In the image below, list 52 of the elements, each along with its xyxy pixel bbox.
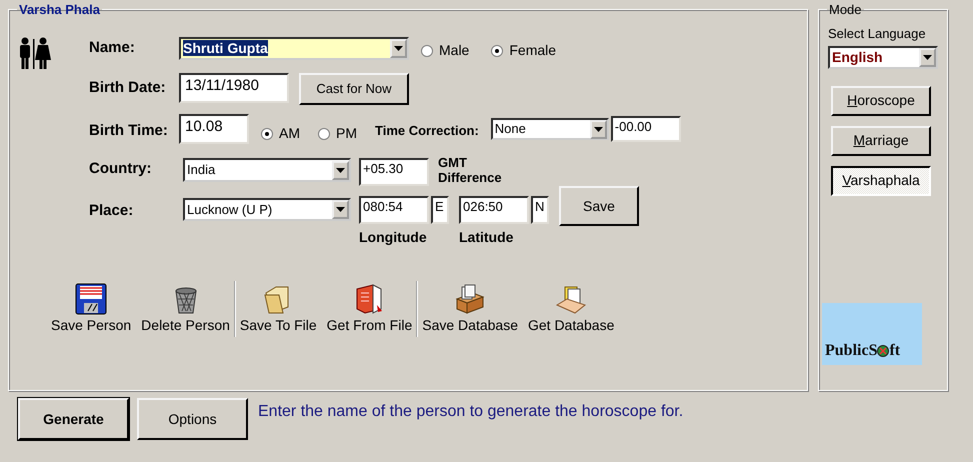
field-label: Latitude — [459, 228, 514, 247]
field-label: Name: — [89, 38, 136, 58]
country-combo[interactable]: India — [183, 158, 351, 182]
input-field[interactable]: -00.00 — [610, 116, 681, 142]
place-combo[interactable]: Lucknow (U P) — [183, 198, 351, 221]
input-field[interactable]: E — [431, 196, 449, 224]
input-field[interactable]: +05.30 — [359, 158, 429, 186]
mode-button[interactable]: Marriage — [831, 126, 931, 156]
mode-button[interactable]: Varshaphala — [831, 166, 931, 196]
panel-title: Mode — [828, 3, 863, 16]
input-field[interactable]: 10.08 — [179, 114, 249, 144]
card-box-icon — [454, 282, 486, 314]
cast-for-now-button[interactable]: Cast for Now — [299, 73, 409, 105]
toolbar-button[interactable]: Save To File — [236, 282, 321, 336]
field-label: Birth Time: — [89, 121, 169, 141]
save-button[interactable]: Save — [559, 186, 639, 226]
dropdown-arrow-icon — [336, 168, 345, 172]
toolbar-button[interactable]: Delete Person — [137, 282, 234, 336]
toolbar-button[interactable]: Save Person — [47, 282, 136, 336]
input-field[interactable]: 13/11/1980 — [179, 73, 289, 103]
toolbar-button[interactable]: Save Database — [418, 282, 522, 336]
input-field[interactable]: 080:54 — [359, 196, 429, 224]
footer-button[interactable]: Options — [137, 398, 248, 440]
field-label: Time Correction: — [375, 122, 479, 140]
dropdown-arrow-icon — [394, 46, 403, 51]
panel-title: Varsha Phala — [18, 3, 101, 16]
toolbar-button[interactable]: Get Database — [524, 282, 618, 336]
input-field[interactable]: N — [531, 196, 549, 224]
radio-button[interactable]: Male — [421, 40, 470, 61]
toolbar-button[interactable]: Get From File — [322, 282, 416, 336]
field-label: GMT Difference — [438, 156, 503, 186]
language-combo[interactable]: English — [828, 46, 938, 68]
field-label: Country: — [89, 159, 152, 179]
dropdown-arrow-icon — [923, 54, 932, 60]
logo: PublicS ft — [822, 302, 922, 364]
name-combo[interactable]: Shruti Gupta — [179, 37, 409, 60]
field-label: Place: — [89, 201, 134, 221]
man-woman-icon — [17, 36, 51, 70]
input-field[interactable]: 026:50 — [459, 196, 529, 224]
dropdown-arrow-icon — [336, 207, 345, 212]
field-label: Select Language — [828, 25, 927, 43]
footer-button[interactable]: Generate — [18, 398, 129, 440]
radio-button[interactable]: AM — [261, 123, 300, 144]
radio-button[interactable]: Female — [491, 40, 556, 61]
globe-icon — [877, 344, 890, 356]
dropdown-arrow-icon — [594, 126, 603, 132]
time-correction-combo[interactable]: None — [490, 118, 609, 140]
field-label: Longitude — [359, 228, 428, 247]
radio-button[interactable]: PM — [318, 123, 357, 144]
mode-button[interactable]: Horoscope — [831, 86, 931, 116]
field-label: Birth Date: — [89, 78, 167, 98]
status-message: Enter the name of the person to generate the horoscope for. — [258, 402, 684, 422]
